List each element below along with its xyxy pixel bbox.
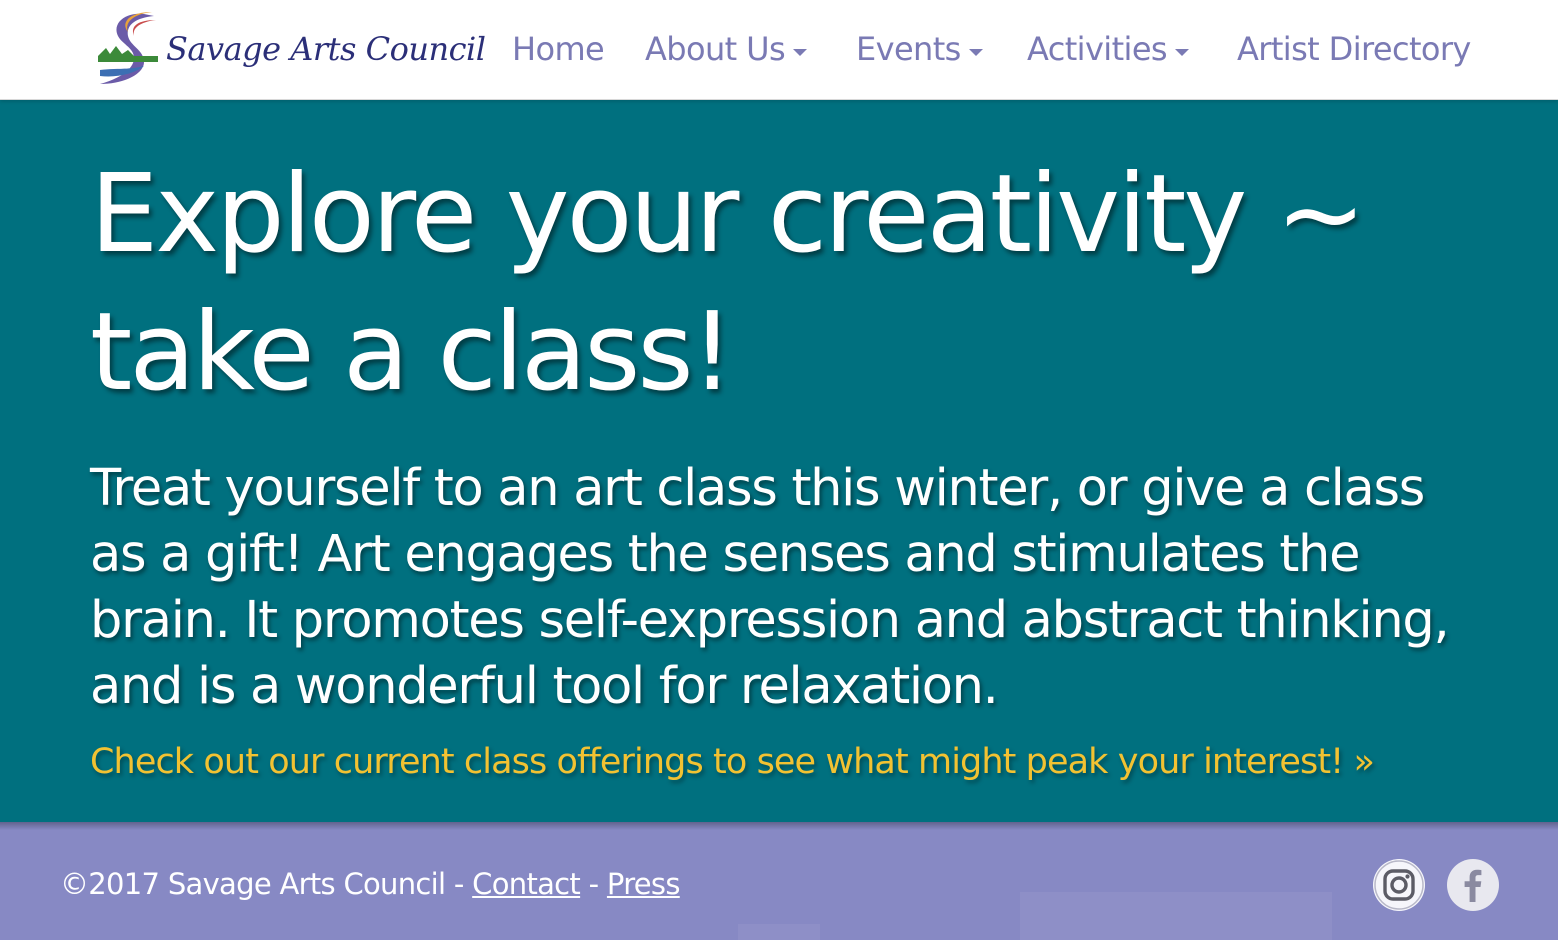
faded-logo-artifact [738,924,820,940]
hero-title: Explore your creativity ~ take a class! [90,152,1366,415]
nav-artist-directory[interactable]: Artist Directory [1237,28,1471,70]
nav-home[interactable]: Home [512,28,605,70]
site-footer: ©2017 Savage Arts Council - Contact - Pr… [0,822,1558,940]
logo-swoosh-icon [98,12,158,84]
nav-about-us-label: About Us [645,30,786,68]
copyright-text: ©2017 Savage Arts Council - [60,867,473,901]
instagram-icon[interactable] [1372,858,1426,912]
nav-activities-label: Activities [1027,30,1168,68]
press-link[interactable]: Press [607,867,681,901]
class-offerings-link[interactable]: Check out our current class offerings to… [90,740,1375,784]
nav-events-label: Events [856,30,961,68]
footer-separator: - [580,867,607,901]
faded-widget-artifact [1020,892,1332,940]
chevron-down-icon [793,48,808,56]
nav-about-us[interactable]: About Us [645,28,808,70]
hero-description: Treat yourself to an art class this wint… [90,459,1450,716]
nav-home-label: Home [512,30,605,68]
site-logo[interactable]: Savage Arts Council [94,8,486,90]
chevron-down-icon [968,48,983,56]
footer-top-shadow [0,822,1558,830]
chevron-down-icon [1175,48,1189,56]
contact-link[interactable]: Contact [472,867,581,901]
footer-copyright-line: ©2017 Savage Arts Council - Contact - Pr… [60,864,680,904]
logo-wordmark: Savage Arts Council [166,30,486,68]
facebook-icon[interactable] [1446,858,1500,912]
nav-artist-directory-label: Artist Directory [1237,30,1471,68]
nav-events[interactable]: Events [856,28,983,70]
nav-activities[interactable]: Activities [1027,28,1189,70]
header-navbar: Savage Arts Council Home About Us Events… [0,0,1558,100]
hero-section: Explore your creativity ~ take a class! … [0,100,1558,822]
